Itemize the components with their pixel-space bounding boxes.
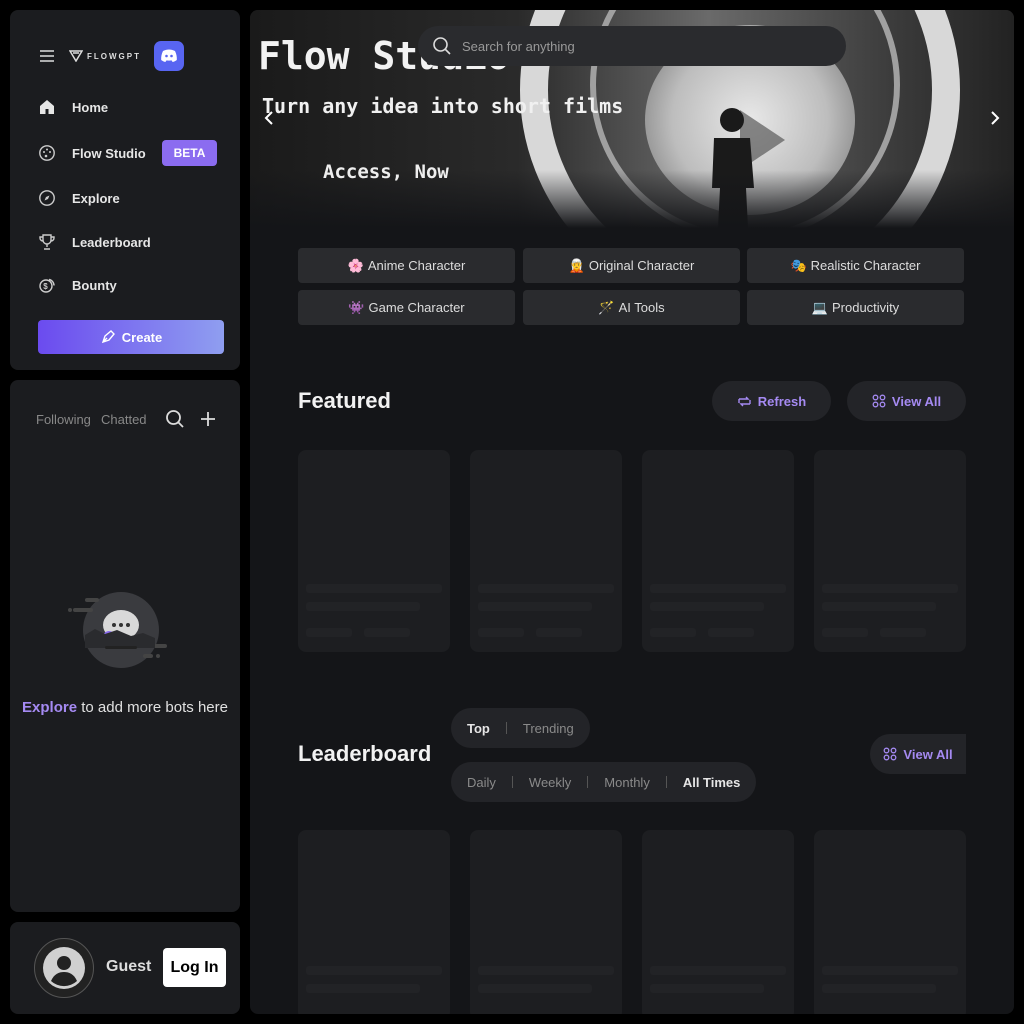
nav-flow-studio[interactable]: Flow Studio <box>38 141 146 165</box>
palette-icon <box>38 144 56 162</box>
leaderboard-card-placeholder[interactable] <box>470 830 622 1014</box>
featured-card-placeholder[interactable] <box>642 450 794 652</box>
category-productivity[interactable]: 💻 Productivity <box>747 290 964 325</box>
compass-icon <box>38 189 56 207</box>
create-label: Create <box>121 329 163 345</box>
hero-cta[interactable]: Access, Now <box>323 161 449 183</box>
category-original-character[interactable]: 🧝 Original Character <box>523 248 740 283</box>
category-label: Game Character <box>368 300 465 315</box>
category-label: AI Tools <box>618 300 665 315</box>
nav-bounty-label: Bounty <box>72 277 117 293</box>
featured-view-all-button[interactable]: View All <box>847 381 966 421</box>
category-realistic-character[interactable]: 🎭 Realistic Character <box>747 248 964 283</box>
svg-text:$: $ <box>43 282 48 291</box>
search-input[interactable] <box>460 37 824 55</box>
explore-link[interactable]: Explore <box>22 699 77 716</box>
empty-chat-illustration: ··· <box>65 590 170 670</box>
search-icon[interactable] <box>165 409 185 429</box>
category-emoji: 🧝 <box>568 257 585 273</box>
account-panel: Guest Log In <box>10 922 240 1014</box>
nav-bounty[interactable]: $ Bounty <box>38 273 117 297</box>
home-icon <box>38 98 56 116</box>
avatar[interactable] <box>34 938 94 998</box>
view-all-label: View All <box>903 746 953 762</box>
flowgpt-logo[interactable]: FLOWGPT <box>69 47 141 65</box>
chevron-left-icon[interactable] <box>260 108 280 128</box>
category-emoji: 💻 <box>811 299 828 315</box>
tab-top[interactable]: Top <box>451 721 506 736</box>
beta-badge: BETA <box>162 140 217 166</box>
category-label: Productivity <box>831 300 900 315</box>
leaderboard-card-placeholder[interactable] <box>642 830 794 1014</box>
chevron-right-icon[interactable] <box>984 108 1004 128</box>
user-icon <box>43 947 85 989</box>
tab-trending[interactable]: Trending <box>507 721 590 736</box>
username: Guest <box>106 958 152 975</box>
hero-subtitle: Turn any idea into short films <box>262 94 624 118</box>
leaderboard-title: Leaderboard <box>298 741 432 766</box>
main-content: Flow Studio Turn any idea into short fil… <box>250 10 1014 1014</box>
category-emoji: 👾 <box>348 299 365 315</box>
search-icon <box>432 36 452 56</box>
create-button[interactable]: Create <box>38 320 224 354</box>
leaderboard-card-placeholder[interactable] <box>814 830 966 1014</box>
featured-title: Featured <box>298 388 391 413</box>
nav-flow-studio-label: Flow Studio <box>72 145 146 161</box>
nav-home-label: Home <box>72 99 109 115</box>
nav-explore[interactable]: Explore <box>38 186 120 210</box>
chat-list-panel: Following Chatted ··· Explore to add mor… <box>10 380 240 912</box>
nav-explore-label: Explore <box>72 190 120 206</box>
category-emoji: 🪄 <box>598 299 615 315</box>
empty-chat-text: to add more bots here <box>77 699 228 716</box>
nav-home[interactable]: Home <box>38 95 108 119</box>
nav-leaderboard-label: Leaderboard <box>72 234 151 250</box>
category-label: Original Character <box>588 258 695 273</box>
refresh-label: Refresh <box>757 393 807 409</box>
refresh-button[interactable]: Refresh <box>712 381 831 421</box>
leaderboard-period-tabs: Daily Weekly Monthly All Times <box>451 762 757 802</box>
discord-button[interactable] <box>154 41 184 71</box>
add-icon[interactable] <box>198 409 218 429</box>
nav-leaderboard[interactable]: Leaderboard <box>38 230 151 254</box>
leaderboard-view-all-button[interactable]: View All <box>870 734 966 774</box>
category-emoji: 🌸 <box>347 257 364 273</box>
trophy-icon <box>38 233 56 251</box>
tab-monthly[interactable]: Monthly <box>588 775 666 790</box>
empty-chat-message: Explore to add more bots here <box>10 699 240 716</box>
leaderboard-mode-tabs: Top Trending <box>451 708 590 748</box>
featured-card-placeholder[interactable] <box>470 450 622 652</box>
grid-icon <box>883 747 897 761</box>
tab-following[interactable]: Following <box>36 412 91 427</box>
category-label: Realistic Character <box>810 258 921 273</box>
search-bar[interactable] <box>418 26 846 66</box>
grid-icon <box>872 394 886 408</box>
category-label: Anime Character <box>367 258 466 273</box>
tab-chatted[interactable]: Chatted <box>101 412 147 427</box>
leaderboard-card-placeholder[interactable] <box>298 830 450 1014</box>
featured-card-placeholder[interactable] <box>298 450 450 652</box>
view-all-label: View All <box>891 393 942 409</box>
pen-icon <box>100 329 116 345</box>
tab-weekly[interactable]: Weekly <box>513 775 587 790</box>
category-ai-tools[interactable]: 🪄 AI Tools <box>523 290 740 325</box>
featured-card-placeholder[interactable] <box>814 450 966 652</box>
category-anime-character[interactable]: 🌸 Anime Character <box>298 248 515 283</box>
discord-icon <box>161 49 177 62</box>
menu-icon[interactable] <box>38 47 56 65</box>
login-button[interactable]: Log In <box>163 948 226 987</box>
tab-daily[interactable]: Daily <box>451 775 512 790</box>
category-emoji: 🎭 <box>790 257 807 273</box>
tab-all-times[interactable]: All Times <box>667 775 757 790</box>
category-game-character[interactable]: 👾 Game Character <box>298 290 515 325</box>
logo-text: FLOWGPT <box>87 51 141 61</box>
refresh-icon <box>737 394 752 409</box>
sidebar-nav-panel: FLOWGPT Home Flow Studio BETA Explore Le… <box>10 10 240 370</box>
coins-icon: $ <box>38 276 56 294</box>
